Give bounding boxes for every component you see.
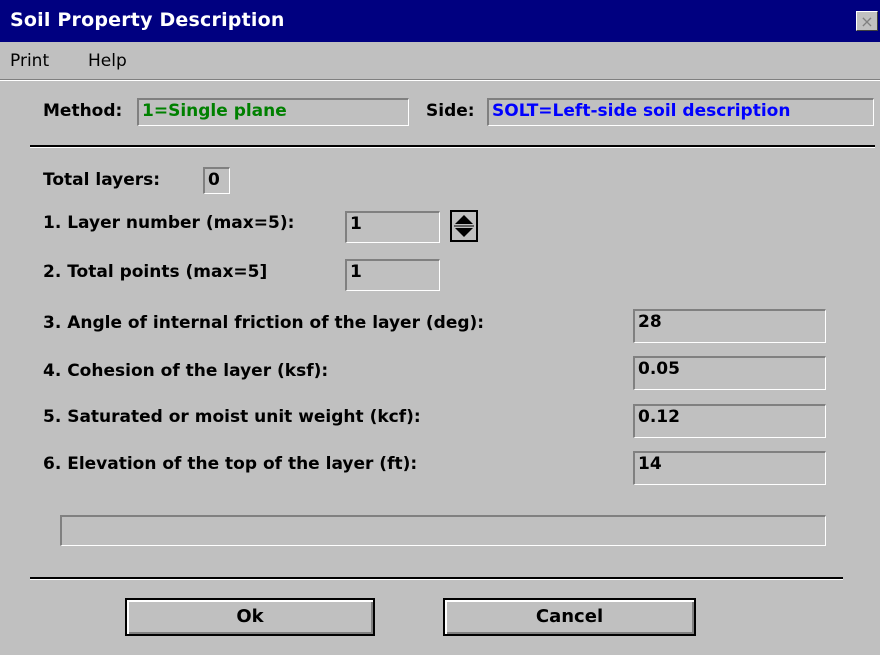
method-field: 1=Single plane [137,98,409,126]
title-bar: Soil Property Description × [0,0,880,42]
menu-print[interactable]: Print [10,51,49,71]
total-points-input[interactable]: 1 [345,259,440,291]
spinner-arrows-icon [454,215,474,237]
friction-label: 3. Angle of internal friction of the lay… [43,313,485,333]
side-field: SOLT=Left-side soil description [487,98,874,126]
method-label: Method: [43,101,123,121]
layer-number-input[interactable]: 1 [345,211,440,243]
cohesion-label: 4. Cohesion of the layer (ksf): [43,361,329,381]
close-icon: × [860,12,874,31]
header-divider [30,145,875,148]
total-layers-field: 0 [203,167,230,194]
footer-divider [30,577,843,580]
message-field [60,515,826,546]
unit-weight-label: 5. Saturated or moist unit weight (kcf): [43,407,421,427]
window-title: Soil Property Description [10,9,285,31]
ok-button[interactable]: Ok [125,598,375,636]
cohesion-input[interactable]: 0.05 [633,356,826,390]
unit-weight-input[interactable]: 0.12 [633,404,826,438]
cancel-button[interactable]: Cancel [443,598,696,636]
menu-help[interactable]: Help [88,51,127,71]
total-layers-label: Total layers: [43,170,161,190]
menu-separator [0,79,880,81]
side-label: Side: [426,101,475,121]
total-points-label: 2. Total points (max=5] [43,262,268,282]
layer-number-spinner[interactable] [450,210,478,242]
elevation-input[interactable]: 14 [633,451,826,485]
friction-input[interactable]: 28 [633,309,826,343]
elevation-label: 6. Elevation of the top of the layer (ft… [43,454,418,474]
close-button[interactable]: × [856,11,878,31]
menu-bar: Print Help [0,45,880,75]
layer-number-label: 1. Layer number (max=5): [43,213,295,233]
